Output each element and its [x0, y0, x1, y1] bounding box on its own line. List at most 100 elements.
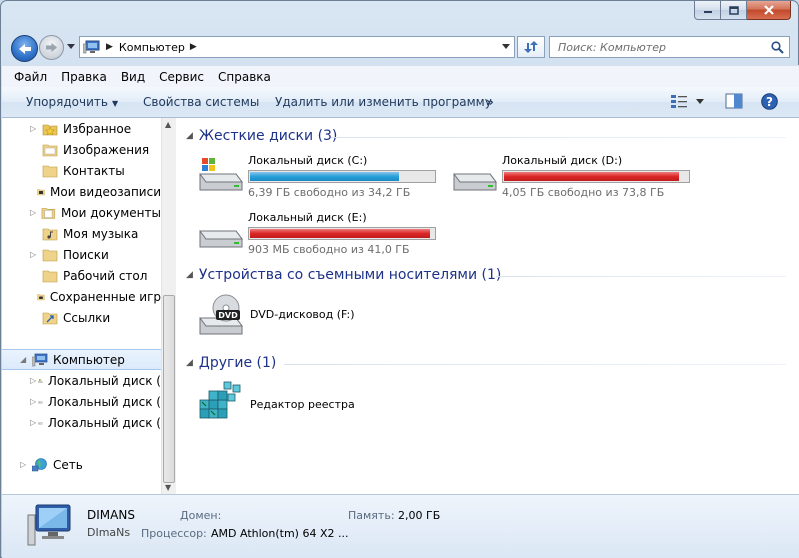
computer-icon [32, 353, 48, 366]
uninstall-program-button[interactable]: Удалить или изменить программу [275, 95, 492, 109]
forward-button[interactable] [39, 35, 64, 60]
forward-arrow-icon [46, 43, 57, 52]
drive-name: Локальный диск (E:) [248, 211, 367, 224]
sidebar-item-label: Компьютер [53, 352, 125, 367]
group-header-hard-drives[interactable]: ◢ Жесткие диски (3) [186, 128, 337, 144]
collapse-group-icon[interactable]: ◢ [186, 131, 193, 141]
group-header-other[interactable]: ◢ Другие (1) [186, 355, 276, 371]
content-area: ▷ Избранное Изображения Контакты Мои вид… [2, 118, 799, 494]
usage-fill [250, 229, 431, 238]
drive-c[interactable]: Локальный диск (C:) 6,39 ГБ свободно из … [196, 154, 436, 199]
preview-pane-button[interactable] [725, 93, 743, 112]
drive-e[interactable]: Локальный диск (E:) 903 МБ свободно из 4… [196, 211, 436, 256]
details-pane: DIMANS DImaNs Домен: Процессор: AMD Athl… [2, 494, 799, 558]
drive-info: Локальный диск (E:) 903 МБ свободно из 4… [248, 211, 436, 256]
sidebar-item-contacts[interactable]: Контакты [2, 160, 161, 181]
folder-icon [42, 228, 58, 240]
processor-label: Процессор: [141, 527, 207, 540]
hard-drive-icon [38, 400, 43, 404]
group-divider [496, 276, 786, 277]
sidebar-item-searches[interactable]: ▷ Поиски [2, 244, 161, 265]
sidebar-item-images[interactable]: Изображения [2, 139, 161, 160]
dvd-drive[interactable]: DVD DVD-дисковод (F:) [196, 292, 355, 336]
change-view-button[interactable] [670, 94, 704, 109]
expand-arrow-icon[interactable]: ▷ [30, 376, 36, 385]
expand-arrow-icon[interactable]: ▷ [30, 250, 40, 259]
sidebar-item-links[interactable]: Ссылки [2, 307, 161, 328]
sidebar-item-videos[interactable]: Мои видеозаписи [2, 181, 161, 202]
sidebar-item-drive-c[interactable]: ▷ Локальный диск ( [2, 370, 161, 391]
drive-free-space: 4,05 ГБ свободно из 73,8 ГБ [502, 186, 665, 199]
scroll-up-icon[interactable]: ▲ [165, 120, 171, 129]
organize-button[interactable]: Упорядочить ▼ [26, 95, 118, 109]
group-divider [284, 364, 786, 365]
group-title: Жесткие диски (3) [198, 128, 338, 144]
sidebar-item-desktop[interactable]: Рабочий стол [2, 265, 161, 286]
expand-arrow-icon[interactable]: ▷ [30, 208, 39, 217]
sidebar-item-computer[interactable]: ◢ Компьютер [2, 349, 161, 370]
sidebar-item-favorites[interactable]: ▷ Избранное [2, 118, 161, 139]
folder-icon [42, 312, 58, 324]
maximize-button[interactable] [721, 1, 747, 20]
expand-arrow-icon[interactable]: ▷ [30, 397, 36, 406]
history-dropdown-icon[interactable] [67, 44, 75, 49]
breadcrumb-separator[interactable]: ▶ [106, 42, 113, 52]
registry-editor[interactable]: Редактор реестра [198, 380, 355, 428]
menu-view[interactable]: Вид [121, 70, 145, 84]
sidebar-item-drive-e[interactable]: ▷ Локальный диск ( [2, 412, 161, 433]
network-icon [32, 457, 47, 471]
menu-edit[interactable]: Правка [61, 70, 107, 84]
svg-text:?: ? [766, 95, 773, 109]
caption-buttons [694, 1, 791, 21]
drive-d[interactable]: Локальный диск (D:) 4,05 ГБ свободно из … [450, 154, 690, 199]
navigation-pane: ▷ Избранное Изображения Контакты Мои вид… [2, 118, 161, 494]
drive-name: Локальный диск (C:) [248, 154, 368, 167]
refresh-icon [524, 41, 538, 53]
refresh-button[interactable] [517, 36, 545, 58]
collapse-group-icon[interactable]: ◢ [186, 358, 193, 368]
close-button[interactable] [747, 1, 791, 20]
group-title: Устройства со съемными носителями (1) [198, 267, 502, 283]
help-button[interactable]: ? [761, 93, 778, 113]
group-title: Другие (1) [198, 355, 277, 371]
sidebar-item-label: Поиски [63, 247, 109, 262]
drive-info: Локальный диск (C:) 6,39 ГБ свободно из … [248, 154, 436, 199]
address-bar[interactable]: ▶ Компьютер ▶ [79, 36, 515, 58]
sidebar-item-music[interactable]: Моя музыка [2, 223, 161, 244]
expand-arrow-icon[interactable]: ▷ [30, 418, 36, 427]
back-button[interactable] [11, 35, 38, 62]
collapse-group-icon[interactable]: ◢ [186, 270, 193, 280]
system-properties-button[interactable]: Свойства системы [143, 95, 259, 109]
scroll-down-icon[interactable]: ▼ [165, 483, 171, 492]
menu-file[interactable]: Файл [14, 70, 47, 84]
command-bar: Упорядочить ▼ Свойства системы Удалить ил… [2, 87, 799, 118]
sidebar-item-network[interactable]: ▷ Сеть [2, 454, 161, 475]
sidebar-item-documents[interactable]: ▷ Мои документы [2, 202, 161, 223]
address-dropdown-icon[interactable] [502, 44, 510, 49]
sidebar-item-saved-games[interactable]: Сохраненные игр [2, 286, 161, 307]
expand-arrow-icon[interactable]: ▷ [30, 124, 40, 133]
breadcrumb-separator-end[interactable]: ▶ [190, 42, 197, 52]
folder-icon [42, 144, 58, 156]
nav-scrollbar[interactable]: ▲ ▼ [161, 118, 176, 494]
minimize-button[interactable] [694, 1, 721, 20]
sidebar-item-drive-d[interactable]: ▷ Локальный диск ( [2, 391, 161, 412]
search-icon [771, 40, 784, 54]
menu-tools[interactable]: Сервис [159, 70, 204, 84]
search-input[interactable]: Поиск: Компьютер [549, 36, 790, 58]
expand-arrow-icon[interactable]: ▷ [20, 460, 30, 469]
collapse-arrow-icon[interactable]: ◢ [20, 355, 30, 364]
more-commands-button[interactable]: » [486, 95, 494, 109]
menu-help[interactable]: Справка [218, 70, 271, 84]
breadcrumb-computer[interactable]: Компьютер [119, 41, 185, 54]
folder-icon [37, 293, 45, 300]
sidebar-item-label: Мои видеозаписи [50, 184, 161, 199]
sidebar-item-label: Локальный диск ( [47, 394, 161, 409]
sidebar-item-label: Локальный диск ( [47, 415, 161, 430]
scrollbar-thumb[interactable] [163, 295, 175, 483]
registry-editor-icon [199, 381, 241, 419]
explorer-window: ▶ Компьютер ▶ Поиск: Компьютер Файл Прав… [0, 0, 799, 558]
group-header-removable[interactable]: ◢ Устройства со съемными носителями (1) [186, 267, 501, 283]
hard-drive-icon [199, 230, 243, 248]
group-divider [331, 137, 786, 138]
